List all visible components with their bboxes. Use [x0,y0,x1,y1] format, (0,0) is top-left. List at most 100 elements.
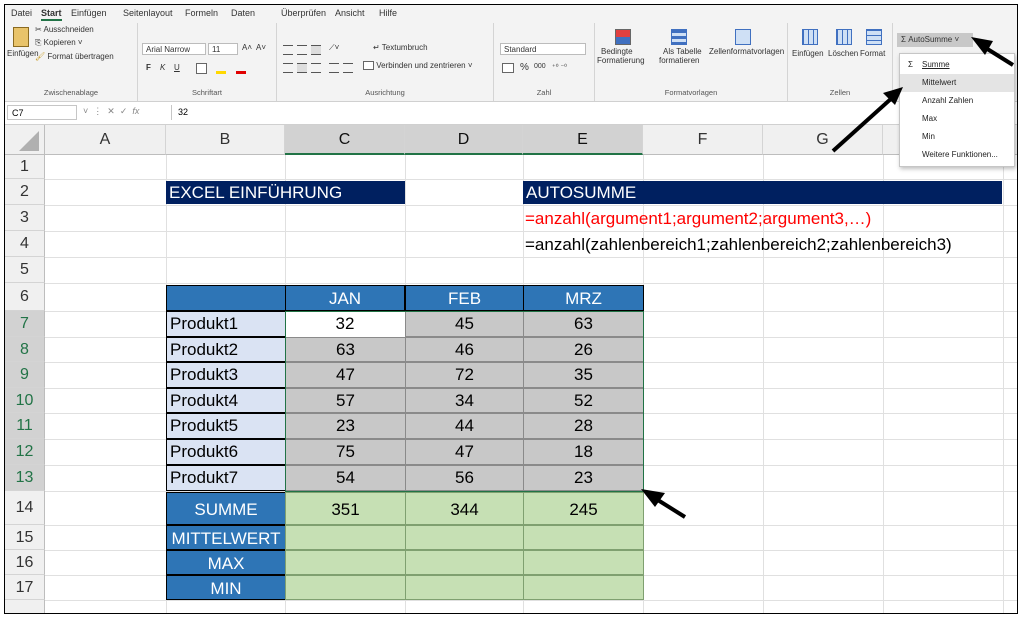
row-header-18[interactable] [5,600,45,613]
summary-cell[interactable] [285,575,406,600]
format-cells-icon[interactable] [866,29,882,45]
row-header-14[interactable]: 14 [5,491,45,525]
col-header-e[interactable]: E [523,125,643,155]
number-format-select[interactable]: Standard [500,43,586,55]
data-cell[interactable]: 75 [285,439,406,465]
paste-icon[interactable] [13,27,29,47]
summary-cell[interactable]: 344 [405,492,524,525]
format-cells-label[interactable]: Format [860,49,885,58]
row-header-17[interactable]: 17 [5,575,45,600]
data-cell[interactable]: 45 [405,311,524,337]
summary-label-min[interactable]: MIN [166,575,286,600]
col-header-d[interactable]: D [405,125,523,155]
col-header-a[interactable]: A [45,125,166,155]
summary-label-mittelwert[interactable]: MITTELWERT [166,525,286,550]
data-cell[interactable]: 52 [523,388,644,413]
conditional-format-label-1[interactable]: Bedingte [601,47,633,56]
insert-cells-icon[interactable] [802,29,818,45]
product-name[interactable]: Produkt3 [166,362,286,388]
shrink-font-button[interactable]: A˅ [256,43,266,52]
summary-label-summe[interactable]: SUMME [166,492,286,525]
header-feb[interactable]: FEB [405,285,524,311]
tab-hilfe[interactable]: Hilfe [379,8,397,18]
row-header-1[interactable]: 1 [5,155,45,179]
currency-icon[interactable] [502,63,514,73]
data-cell[interactable]: 72 [405,362,524,388]
data-cell[interactable]: 63 [285,337,406,362]
confirm-icon[interactable]: ✓ [120,106,128,116]
format-table-label-1[interactable]: Als Tabelle [663,47,702,56]
row-header-6[interactable]: 6 [5,283,45,311]
menu-item-max[interactable]: Max [900,110,1014,128]
data-cell[interactable]: 44 [405,413,524,439]
header-jan[interactable]: JAN [285,285,405,311]
tab-formeln[interactable]: Formeln [185,8,218,18]
summary-cell[interactable] [405,550,524,575]
row-header-11[interactable]: 11 [5,413,45,439]
conditional-format-label-2[interactable]: Formatierung [597,56,645,65]
name-box[interactable]: C7 [7,105,77,120]
fill-color-icon[interactable] [216,63,226,74]
summary-cell[interactable] [523,525,644,550]
align-top-icon[interactable] [283,45,293,55]
decrease-indent-icon[interactable] [329,63,339,73]
row-header-15[interactable]: 15 [5,525,45,550]
row-header-7[interactable]: 7 [5,311,45,337]
data-cell[interactable]: 18 [523,439,644,465]
fx-icon[interactable]: fx [132,106,139,116]
menu-item-weitere-funktionen[interactable]: Weitere Funktionen... [900,146,1014,164]
select-all-corner[interactable] [5,125,45,155]
thousands-button[interactable]: 000 [534,63,546,70]
tab-seitenlayout[interactable]: Seitenlayout [123,8,173,18]
summary-cell[interactable]: 351 [285,492,406,525]
decimal-icons[interactable]: ⁺⁰ ⁻⁰ [552,63,567,71]
tab-daten[interactable]: Daten [231,8,255,18]
data-cell[interactable]: 47 [405,439,524,465]
summary-cell[interactable] [405,525,524,550]
menu-item-summe[interactable]: Σ Summe [900,56,1014,74]
data-cell[interactable]: 26 [523,337,644,362]
col-header-f[interactable]: F [643,125,763,155]
menu-item-anzahl-zahlen[interactable]: Anzahl Zahlen [900,92,1014,110]
row-header-5[interactable]: 5 [5,257,45,283]
summary-cell[interactable] [285,550,406,575]
row-header-3[interactable]: 3 [5,205,45,231]
row-header-4[interactable]: 4 [5,231,45,257]
data-cell[interactable]: 56 [405,465,524,491]
col-header-c[interactable]: C [285,125,405,155]
font-name-select[interactable]: Arial Narrow [142,43,206,55]
tab-ansicht[interactable]: Ansicht [335,8,365,18]
data-cell[interactable]: 46 [405,337,524,362]
underline-button[interactable]: U [174,63,180,72]
border-icon[interactable] [196,63,207,74]
format-table-icon[interactable] [671,29,687,45]
summary-cell[interactable] [285,525,406,550]
cell-styles-label[interactable]: Zellenformatvorlagen [709,47,784,56]
dropdown-icon[interactable]: ˅ [83,106,88,116]
orientation-icon[interactable]: ⟋˅ [329,43,339,53]
row-header-12[interactable]: 12 [5,439,45,465]
align-middle-icon[interactable] [297,45,307,55]
title-excel-einfuehrung[interactable]: EXCEL EINFÜHRUNG [166,181,405,204]
col-header-g[interactable]: G [763,125,883,155]
row-header-8[interactable]: 8 [5,337,45,362]
product-name[interactable]: Produkt1 [166,311,286,337]
tab-datei[interactable]: Datei [11,8,32,18]
font-color-icon[interactable] [236,63,246,74]
increase-indent-icon[interactable] [343,63,353,73]
tab-ueberpruefen[interactable]: Überprüfen [281,8,326,18]
menu-item-min[interactable]: Min [900,128,1014,146]
summary-cell[interactable] [523,575,644,600]
align-right-icon[interactable] [311,63,321,73]
menu-item-mittelwert[interactable]: Mittelwert [900,74,1014,92]
align-left-icon[interactable] [283,63,293,73]
col-header-b[interactable]: B [166,125,285,155]
cancel-icon[interactable]: ✕ [107,106,115,116]
title-autosumme[interactable]: AUTOSUMME [523,181,1002,204]
data-cell[interactable]: 47 [285,362,406,388]
paste-label[interactable]: Einfügen [7,49,39,58]
data-cell[interactable]: 28 [523,413,644,439]
data-cell[interactable]: 63 [523,311,644,337]
format-table-label-2[interactable]: formatieren [659,56,699,65]
cut-button[interactable]: ✂ Ausschneiden [35,25,94,34]
